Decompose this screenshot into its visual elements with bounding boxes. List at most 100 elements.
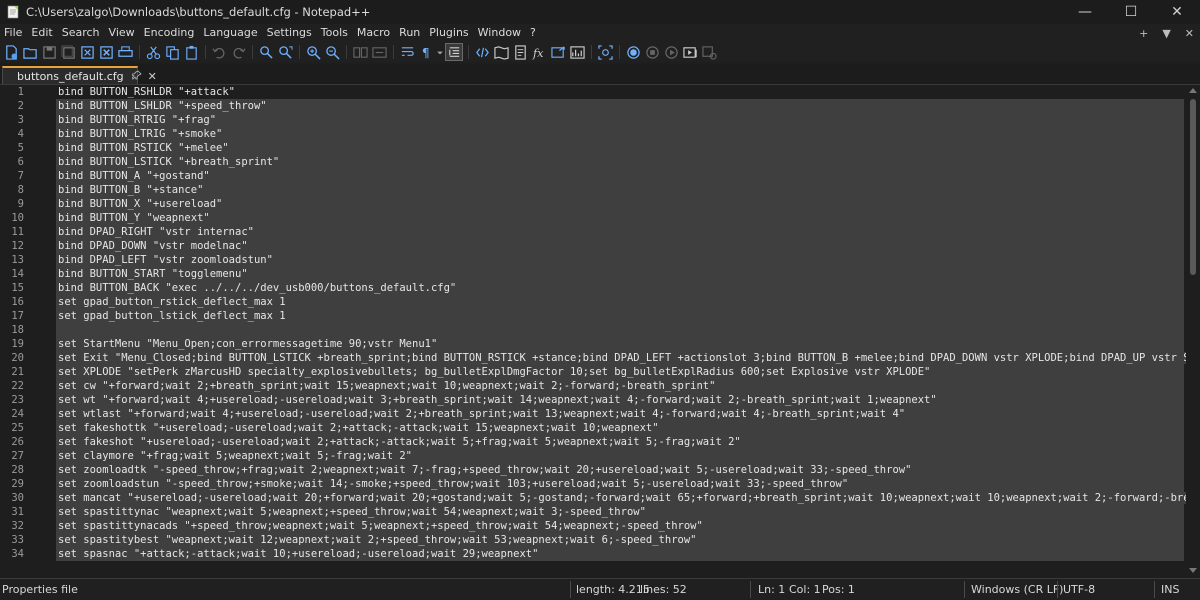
code-line[interactable]: set StartMenu "Menu_Open;con_errormessag… [56,337,1184,351]
code-line[interactable]: set gpad_button_lstick_deflect_max 1 [56,309,1184,323]
sync-horizontal-icon[interactable] [370,43,388,61]
code-line[interactable]: set zoomloadtk "-speed_throw;+frag;wait … [56,463,1184,477]
menu-plugins[interactable]: Plugins [425,24,473,42]
find-icon[interactable] [257,43,275,61]
code-line[interactable]: set gpad_button_rstick_deflect_max 1 [56,295,1184,309]
redo-icon[interactable] [229,43,247,61]
focus-icon[interactable] [596,43,614,61]
code-line[interactable]: bind BUTTON_RSTICK "+melee" [56,141,1184,155]
pin-icon[interactable] [131,70,142,83]
fold-margin[interactable] [42,85,56,577]
editor-area[interactable]: 1 2 3 4 5 6 7 8 9 10 11 12 13 14 15 16 17 18 19 20 21 22 23 24 2… [0,85,1200,577]
minimize-button[interactable]: — [1062,0,1108,24]
code-line[interactable]: bind BUTTON_B "+stance" [56,183,1184,197]
status-eol[interactable]: Windows (CR LF) [971,579,1063,600]
save-all-icon[interactable] [59,43,77,61]
code-line[interactable]: set spastittynacads "+speed_throw;weapne… [56,519,1184,533]
undo-icon[interactable] [210,43,228,61]
show-all-chars-icon[interactable]: ¶ [417,43,435,61]
scroll-down-icon[interactable] [1189,568,1197,573]
zoom-in-icon[interactable] [304,43,322,61]
lang-icon[interactable] [473,43,491,61]
code-line[interactable]: bind DPAD_RIGHT "vstr internac" [56,225,1184,239]
show-all-dropdown-icon[interactable] [436,43,444,61]
save-macro-icon[interactable] [700,43,718,61]
code-line[interactable]: set zoomloadstun "-speed_throw;+smoke;wa… [56,477,1184,491]
close-window-button[interactable]: ✕ [1154,0,1200,24]
folder-as-workspace-icon[interactable] [549,43,567,61]
save-icon[interactable] [40,43,58,61]
menu-window[interactable]: Window [474,24,526,42]
code-line[interactable]: set fakeshottk "+usereload;-usereload;wa… [56,421,1184,435]
code-line[interactable]: bind BUTTON_LTRIG "+smoke" [56,127,1184,141]
indent-guide-icon[interactable] [445,43,463,61]
print-icon[interactable] [116,43,134,61]
menu-file[interactable]: File [0,24,27,42]
code-line[interactable]: set spasnac "+attack;-attack;wait 10;+us… [56,547,1184,561]
menu-run[interactable]: Run [395,24,425,42]
menu-settings[interactable]: Settings [263,24,317,42]
code-line[interactable]: bind BUTTON_Y "weapnext" [56,211,1184,225]
code-line[interactable]: bind BUTTON_RTRIG "+frag" [56,113,1184,127]
doc-map-icon[interactable] [492,43,510,61]
code-line[interactable]: set wtlast "+forward;wait 4;+usereload;-… [56,407,1184,421]
code-line[interactable]: bind BUTTON_X "+usereload" [56,197,1184,211]
menu-macro[interactable]: Macro [353,24,395,42]
code-line[interactable]: bind BUTTON_RSHLDR "+attack" [56,85,1184,99]
paste-icon[interactable] [182,43,200,61]
code-line[interactable]: bind DPAD_DOWN "vstr modelnac" [56,239,1184,253]
menu-edit[interactable]: Edit [27,24,57,42]
menu-help[interactable]: ? [526,24,541,42]
code-line[interactable]: bind BUTTON_BACK "exec ../../../dev_usb0… [56,281,1184,295]
code-line[interactable]: set cw "+forward;wait 2;+breath_sprint;w… [56,379,1184,393]
word-wrap-icon[interactable] [398,43,416,61]
close-icon[interactable] [78,43,96,61]
run-macro-multiple-icon[interactable] [681,43,699,61]
function-list-icon[interactable] [511,43,529,61]
record-macro-icon[interactable] [624,43,642,61]
replace-icon[interactable] [276,43,294,61]
code-line[interactable]: set Exit "Menu_Closed;bind BUTTON_LSTICK… [56,351,1186,365]
new-tab-plus-icon[interactable]: + [1139,27,1148,40]
text-area[interactable]: bind BUTTON_RSHLDR "+attack" bind BUTTON_… [56,85,1186,577]
zoom-out-icon[interactable] [323,43,341,61]
status-insert-mode[interactable]: INS [1161,579,1179,600]
stop-macro-icon[interactable] [643,43,661,61]
code-line[interactable]: set spastittynac "weapnext;wait 5;weapne… [56,505,1184,519]
code-line[interactable]: set claymore "+frag;wait 5;weapnext;wait… [56,449,1184,463]
document-tab[interactable]: buttons_default.cfg ✕ [2,66,157,84]
code-line[interactable]: set wt "+forward;wait 4;+usereload;-user… [56,393,1184,407]
code-line[interactable]: bind BUTTON_LSHLDR "+speed_throw" [56,99,1184,113]
close-all-icon[interactable] [97,43,115,61]
status-encoding[interactable]: UTF-8 [1063,579,1095,600]
maximize-button[interactable]: ☐ [1108,0,1154,24]
play-macro-icon[interactable] [662,43,680,61]
code-line[interactable]: bind BUTTON_START "togglemenu" [56,267,1184,281]
code-line[interactable]: set spastitybest "weapnext;wait 12;weapn… [56,533,1184,547]
code-line[interactable]: set mancat "+usereload;-usereload;wait 2… [56,491,1186,505]
fx-icon[interactable]: fx [530,43,548,61]
menu-view[interactable]: View [105,24,140,42]
code-line[interactable]: bind BUTTON_LSTICK "+breath_sprint" [56,155,1184,169]
tab-list-dropdown-icon[interactable]: ▼ [1162,27,1170,40]
code-line[interactable]: set XPLODE "setPerk zMarcusHD specialty_… [56,365,1184,379]
code-line[interactable]: set fakeshot "+usereload;-usereload;wait… [56,435,1184,449]
new-file-icon[interactable] [2,43,20,61]
menu-encoding[interactable]: Encoding [140,24,200,42]
copy-icon[interactable] [163,43,181,61]
code-line[interactable]: bind BUTTON_A "+gostand" [56,169,1184,183]
sync-vertical-icon[interactable] [351,43,369,61]
menu-search[interactable]: Search [58,24,105,42]
cut-icon[interactable] [144,43,162,61]
scroll-up-icon[interactable] [1189,88,1197,93]
code-line[interactable] [56,323,1184,337]
scrollbar-thumb[interactable] [1190,99,1196,275]
close-document-icon[interactable]: ✕ [1185,27,1194,40]
code-line[interactable]: bind DPAD_LEFT "vstr zoomloadstun" [56,253,1184,267]
vertical-scrollbar[interactable] [1186,85,1200,577]
open-folder-icon[interactable] [21,43,39,61]
monitoring-icon[interactable] [568,43,586,61]
menu-tools[interactable]: Tools [317,24,353,42]
menu-language[interactable]: Language [199,24,262,42]
tab-close-icon[interactable]: ✕ [148,70,157,83]
